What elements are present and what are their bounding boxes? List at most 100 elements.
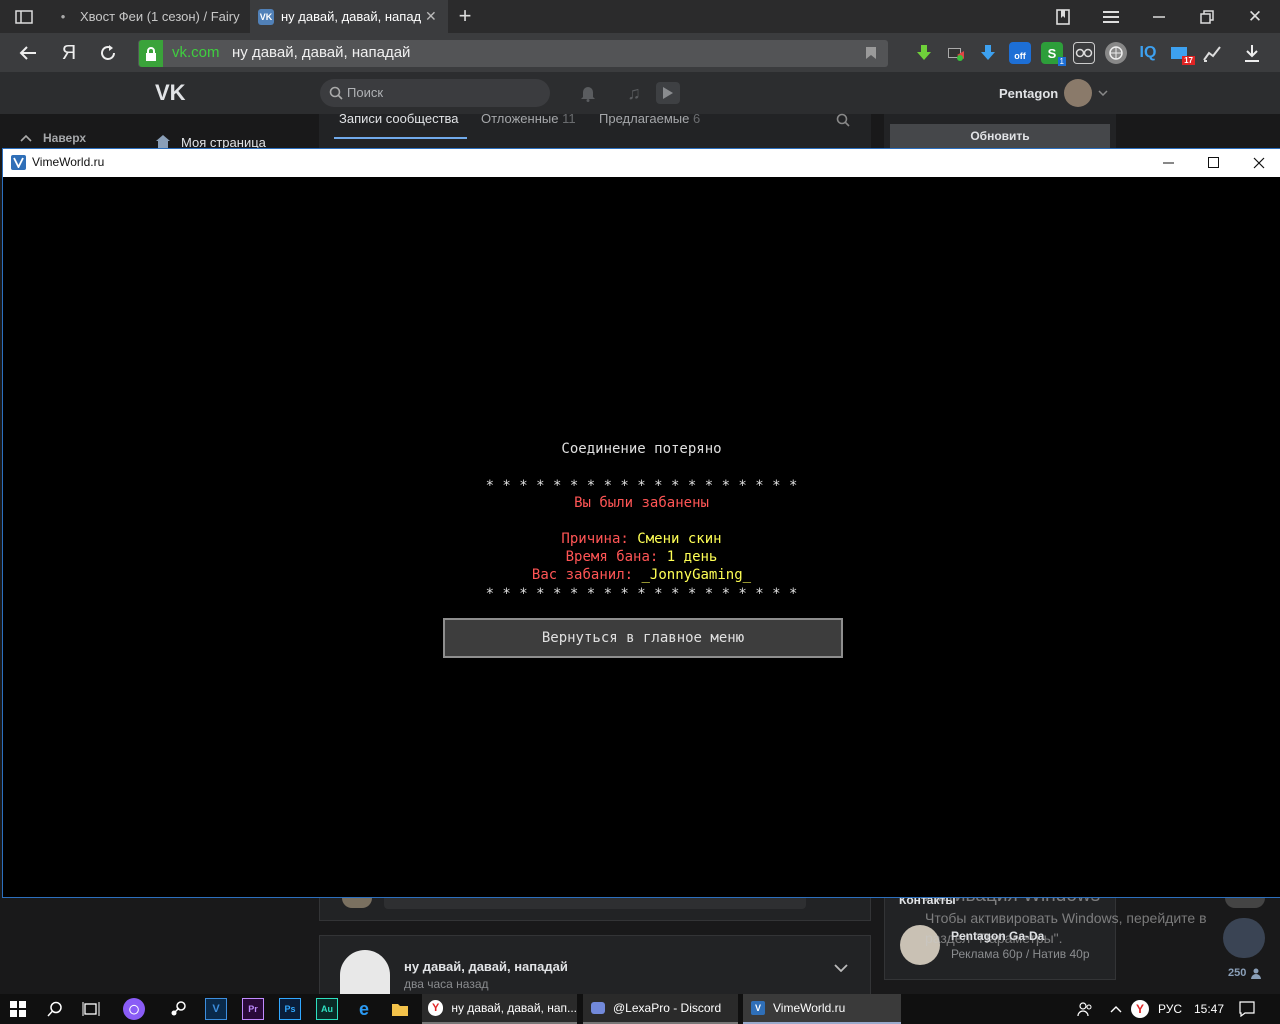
stars-top: * * * * * * * * * * * * * * * * * * * <box>485 478 798 494</box>
user-avatar[interactable] <box>1064 79 1092 107</box>
post-menu-chevron-icon[interactable] <box>832 962 850 974</box>
bookmarks-icon[interactable] <box>1052 6 1074 28</box>
iq-extension-icon[interactable]: IQ <box>1137 42 1159 64</box>
globe-extension-icon[interactable] <box>1105 42 1127 64</box>
banned-by: Вас забанил: _JonnyGaming_ <box>531 567 752 583</box>
tab-postponed[interactable]: Отложенные 11 <box>481 111 576 126</box>
sidebar-toggle-icon[interactable] <box>14 8 34 25</box>
discord-icon <box>591 1002 605 1014</box>
yandex-browser-icon: Y <box>428 1000 444 1016</box>
person-icon <box>1250 967 1262 979</box>
ban-reason: Причина: Смени скин <box>561 531 722 547</box>
tab-community-posts[interactable]: Записи сообщества <box>339 111 459 126</box>
windows-start-icon[interactable] <box>6 998 30 1020</box>
taskbar-yandex-window[interactable]: Y ну давай, давай, нап... <box>422 994 577 1024</box>
game-close-icon[interactable] <box>1236 148 1280 177</box>
game-minimize-icon[interactable] <box>1146 148 1191 177</box>
contact-role: Реклама 60р / Натив 40р <box>951 947 1090 961</box>
tab-favicon-icon: • <box>60 9 66 24</box>
stats-extension-icon[interactable] <box>1201 42 1223 64</box>
steam-app-icon[interactable] <box>167 998 189 1020</box>
clock[interactable]: 15:47 <box>1194 1002 1224 1016</box>
yandex-tray-icon[interactable]: Y <box>1131 1000 1149 1018</box>
activation-watermark-text-1: Чтобы активировать Windows, перейдите в <box>925 910 1207 926</box>
tab-suggested[interactable]: Предлагаемые 6 <box>599 111 700 126</box>
vimeworld-app-icon <box>11 155 26 170</box>
activation-watermark-text-2: раздел "Параметры". <box>925 930 1063 946</box>
tab-vk-post[interactable]: VK ну давай, давай, нападай ✕ <box>250 0 448 33</box>
play-icon[interactable] <box>656 82 680 104</box>
s-extension-icon[interactable]: S 1 <box>1041 42 1066 66</box>
refresh-button[interactable]: Обновить <box>890 124 1110 148</box>
chevron-down-icon[interactable] <box>1097 88 1109 98</box>
vk-user-name[interactable]: Pentagon <box>999 86 1058 101</box>
ban-duration: Время бана: 1 день <box>565 549 718 565</box>
notification-center-icon[interactable] <box>1238 1000 1256 1018</box>
post-author[interactable]: ну давай, давай, нападай <box>404 959 568 974</box>
language-indicator[interactable]: РУС <box>1158 1002 1182 1016</box>
alice-app-icon[interactable]: ◯ <box>123 998 145 1020</box>
minimize-icon[interactable] <box>1148 6 1170 28</box>
wall-search-icon[interactable] <box>835 112 851 128</box>
mail-extension-icon[interactable]: 17 <box>1169 42 1195 65</box>
address-page-title: ну давай, давай, нападай <box>232 44 411 61</box>
post-time[interactable]: два часа назад <box>404 977 489 991</box>
back-to-main-menu-button[interactable]: Вернуться в главное меню <box>442 617 844 659</box>
search-icon <box>328 85 344 101</box>
game-maximize-icon[interactable] <box>1191 148 1236 177</box>
vegas-app-icon[interactable]: V <box>205 998 227 1020</box>
people-icon[interactable] <box>1076 1000 1094 1018</box>
nav-up-link[interactable]: Наверх <box>43 131 86 145</box>
taskbar-search-icon[interactable] <box>43 998 67 1020</box>
file-explorer-icon[interactable] <box>389 998 411 1020</box>
new-tab-icon[interactable]: + <box>455 3 475 28</box>
photoshop-app-icon[interactable]: Ps <box>279 998 301 1020</box>
close-window-icon[interactable]: ✕ <box>1244 6 1266 28</box>
notifications-bell-icon[interactable] <box>578 82 598 104</box>
connection-lost-title: Соединение потеряно <box>561 441 722 457</box>
post-author-avatar[interactable] <box>340 950 390 994</box>
yandex-logo-icon[interactable]: Я <box>58 40 80 66</box>
tab-close-icon[interactable]: ✕ <box>425 8 437 25</box>
address-domain: vk.com <box>172 44 220 61</box>
menu-icon[interactable] <box>1100 6 1122 28</box>
download-blue-extension-icon[interactable] <box>977 42 999 64</box>
window-border <box>2 148 3 898</box>
secure-lock-icon[interactable] <box>139 40 163 67</box>
vk-post-card <box>319 935 871 994</box>
taskbar-discord-window[interactable]: @LexaPro - Discord <box>583 994 738 1024</box>
side-avatar-1[interactable] <box>1225 898 1265 908</box>
chevron-up-icon[interactable] <box>19 132 33 144</box>
game-window-title: VimeWorld.ru <box>32 155 105 169</box>
edge-app-icon[interactable]: e <box>353 998 375 1020</box>
vimeworld-game-window[interactable] <box>3 148 1280 898</box>
bookmark-page-icon[interactable] <box>862 44 880 62</box>
tab-label: Хвост Феи (1 сезон) / Fairy <box>80 9 240 24</box>
side-avatar-2[interactable] <box>1223 918 1265 958</box>
home-icon <box>154 134 172 148</box>
download-green-extension-icon[interactable] <box>913 42 935 64</box>
music-note-icon[interactable]: ♫ <box>624 82 644 104</box>
glasses-extension-icon[interactable] <box>1073 42 1095 64</box>
downloads-icon[interactable] <box>1241 42 1263 64</box>
taskbar-vimeworld-window[interactable]: V VimeWorld.ru <box>743 994 901 1024</box>
tab-label: ну давай, давай, нападай <box>281 9 421 24</box>
reload-icon[interactable] <box>96 42 120 64</box>
video-extension-icon[interactable] <box>945 42 967 64</box>
vk-search-placeholder: Поиск <box>347 85 384 100</box>
vk-logo-icon[interactable]: VK <box>155 80 189 105</box>
restore-icon[interactable] <box>1196 6 1218 28</box>
window-border-bottom <box>2 897 1280 898</box>
tab-fairy-tail[interactable]: • Хвост Феи (1 сезон) / Fairy <box>48 0 248 33</box>
offline-extension-icon[interactable]: off <box>1009 42 1031 64</box>
premiere-app-icon[interactable]: Pr <box>242 998 264 1020</box>
online-count: 250 <box>1228 967 1247 979</box>
back-arrow-icon[interactable] <box>16 42 40 64</box>
banned-message: Вы были забанены <box>574 495 709 511</box>
comment-input[interactable] <box>384 898 806 909</box>
game-window-titlebar[interactable] <box>3 148 1280 177</box>
audition-app-icon[interactable]: Au <box>316 998 338 1020</box>
task-view-icon[interactable] <box>79 998 103 1020</box>
tray-chevron-up-icon[interactable] <box>1108 1001 1124 1017</box>
stars-bottom: * * * * * * * * * * * * * * * * * * * <box>485 586 798 602</box>
